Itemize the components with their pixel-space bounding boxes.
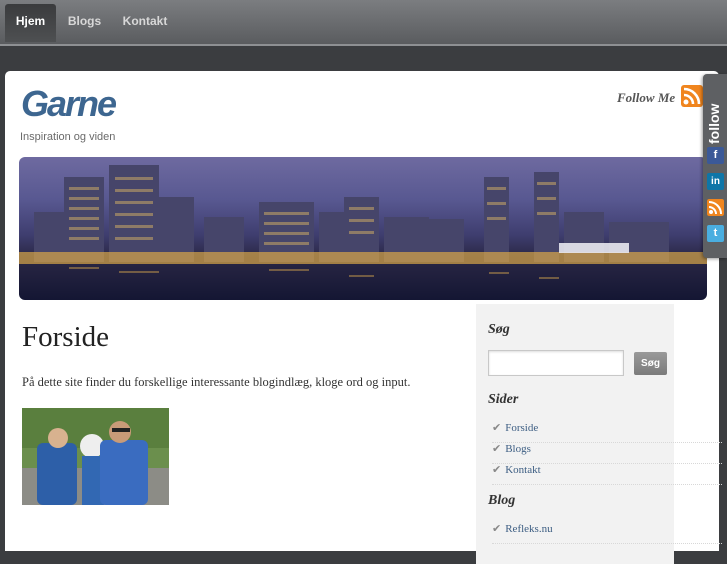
header-banner [19, 157, 707, 300]
page-title: Forside [22, 321, 109, 353]
sidebar: Søg Søg Sider ✔ Forside ✔ Blogs ✔ Kontakt B… [476, 304, 722, 564]
top-nav: Hjem Blogs Kontakt [0, 0, 727, 46]
sub-bar [0, 46, 727, 70]
follow-label: follow [707, 103, 722, 144]
svg-text:follow: follow [707, 103, 722, 144]
nav-item-hjem[interactable]: Hjem [5, 4, 56, 42]
linkedin-icon[interactable]: in [707, 173, 724, 190]
featured-photo [22, 408, 169, 505]
blog-heading: Blog [488, 493, 516, 508]
twitter-icon[interactable]: t [707, 225, 724, 242]
rss-feed-icon[interactable] [681, 85, 703, 107]
sidebar-page-kontakt[interactable]: ✔ Kontakt [492, 463, 722, 485]
check-icon: ✔ [492, 464, 502, 476]
sidebar-blog-refleks[interactable]: ✔ Refleks.nu [492, 522, 722, 544]
site-logo[interactable]: Garne [21, 83, 117, 125]
search-input[interactable] [488, 350, 624, 376]
check-icon: ✔ [492, 443, 502, 455]
follow-me-label: Follow Me [617, 90, 676, 105]
sidebar-page-forside[interactable]: ✔ Forside [492, 421, 722, 443]
follow-tab[interactable]: follow f in t [703, 74, 727, 258]
rss-icon[interactable] [707, 199, 724, 216]
sidebar-page-label: Forside [505, 422, 539, 434]
nav-item-kontakt[interactable]: Kontakt [118, 4, 172, 42]
intro-text: På dette site finder du forskellige inte… [22, 375, 411, 389]
sidebar-page-blogs[interactable]: ✔ Blogs [492, 442, 722, 464]
nav-item-blogs[interactable]: Blogs [62, 4, 107, 42]
pages-heading: Sider [488, 392, 519, 407]
search-button[interactable]: Søg [634, 352, 667, 375]
site-tagline: Inspiration og viden [20, 131, 116, 143]
check-icon: ✔ [492, 422, 502, 434]
sidebar-page-label: Kontakt [505, 464, 541, 476]
search-heading: Søg [488, 322, 510, 337]
sidebar-page-label: Blogs [505, 443, 531, 455]
check-icon: ✔ [492, 523, 502, 535]
facebook-icon[interactable]: f [707, 147, 724, 164]
city-skyline-image [19, 165, 707, 279]
sidebar-blog-label: Refleks.nu [505, 523, 553, 535]
main-panel: Garne Inspiration og viden Follow Me For… [5, 71, 722, 564]
